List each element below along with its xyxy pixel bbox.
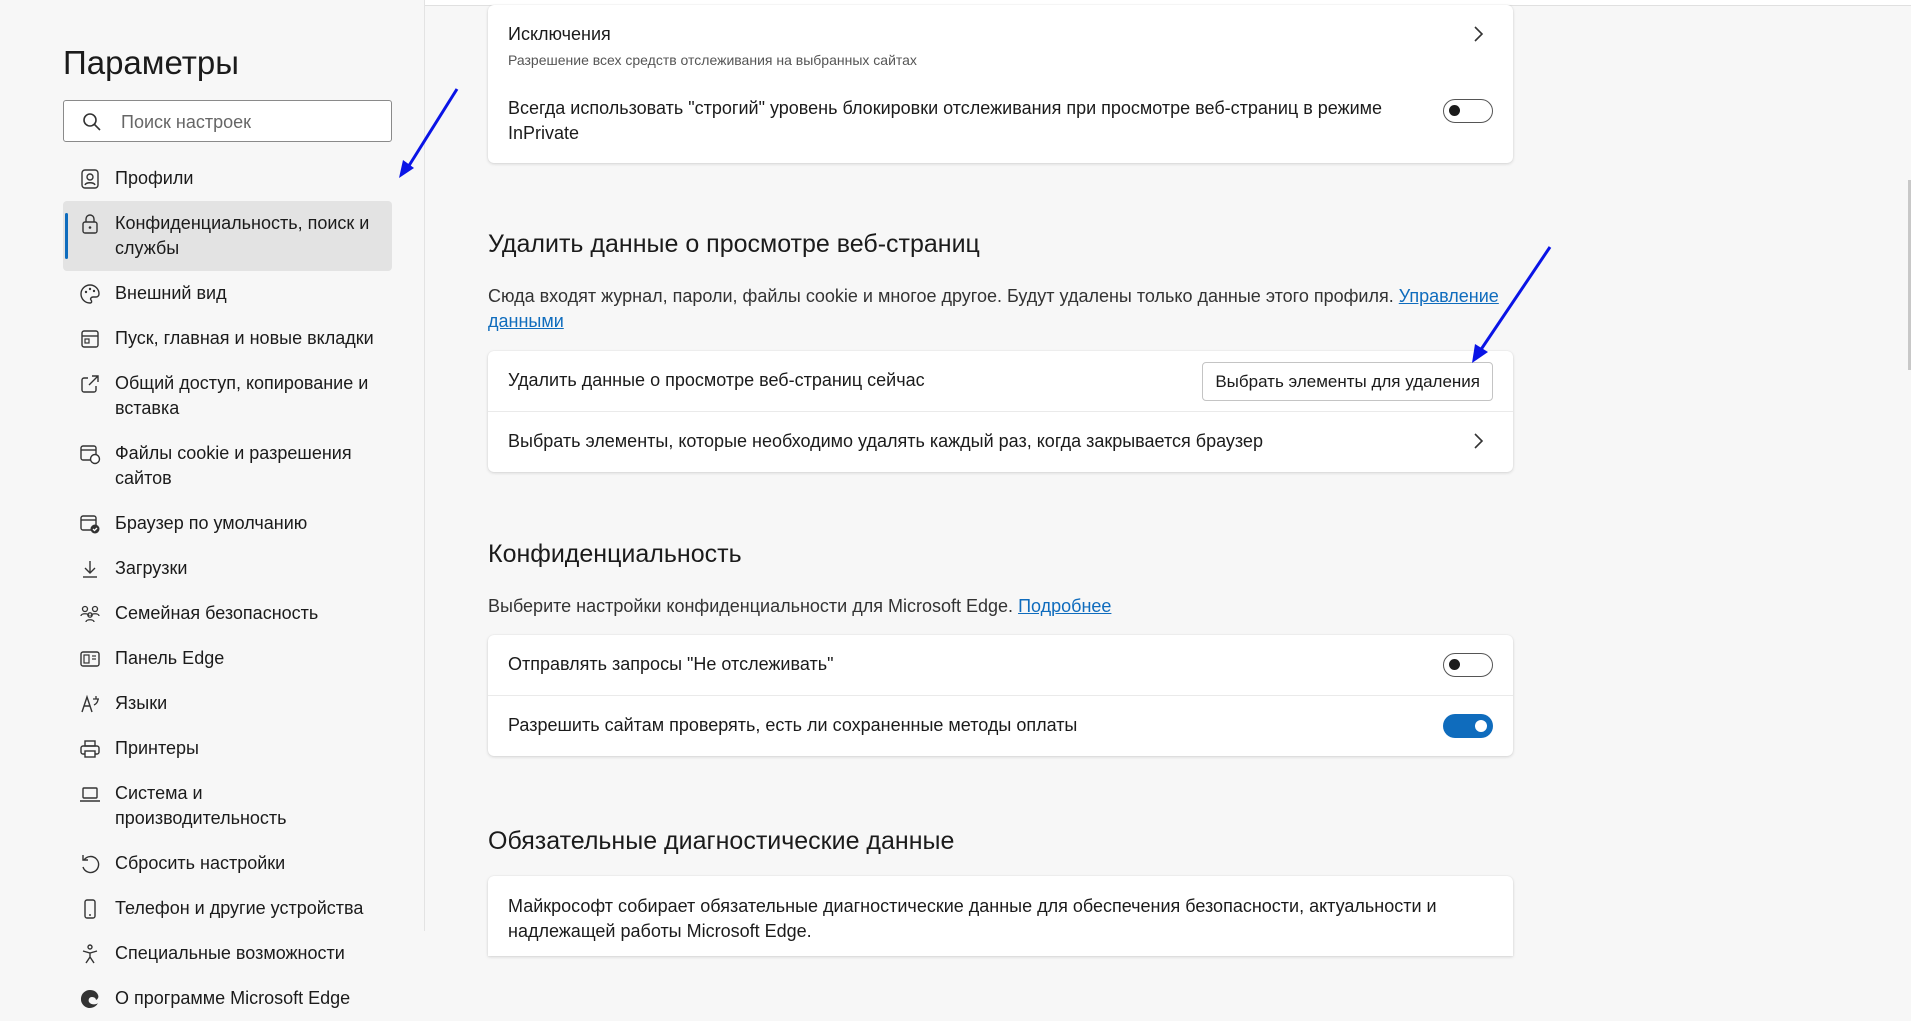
privacy-description: Выберите настройки конфиденциальности дл… bbox=[488, 594, 1111, 619]
printer-icon bbox=[79, 738, 101, 760]
search-icon bbox=[82, 112, 102, 137]
cookie-site-icon bbox=[79, 443, 101, 465]
do-not-track-label: Отправлять запросы "Не отслеживать" bbox=[508, 654, 834, 674]
chevron-right-icon bbox=[1474, 433, 1484, 449]
sidebar-item-start-home[interactable]: Пуск, главная и новые вкладки bbox=[63, 316, 392, 361]
family-icon bbox=[79, 603, 101, 625]
settings-content: Исключения Разрешение всех средств отсле… bbox=[425, 0, 1911, 956]
privacy-desc-text: Выберите настройки конфиденциальности дл… bbox=[488, 596, 1014, 616]
sidebar-item-about[interactable]: О программе Microsoft Edge bbox=[63, 976, 392, 1021]
default-browser-icon bbox=[79, 513, 101, 535]
sidebar-item-label: Принтеры bbox=[115, 738, 199, 758]
learn-more-link[interactable]: Подробнее bbox=[1018, 596, 1111, 616]
do-not-track-toggle[interactable] bbox=[1443, 653, 1493, 677]
clear-data-title: Удалить данные о просмотре веб-страниц bbox=[488, 230, 980, 258]
sidebar-item-languages[interactable]: Языки bbox=[63, 681, 392, 726]
sidebar-nav: Профили Конфиденциальность, поиск и служ… bbox=[63, 156, 392, 1021]
edge-logo-icon bbox=[79, 988, 101, 1010]
sidebar-item-label: Телефон и другие устройства bbox=[115, 898, 364, 918]
privacy-title: Конфиденциальность bbox=[488, 540, 742, 568]
reset-icon bbox=[79, 853, 101, 875]
lock-icon bbox=[79, 213, 101, 235]
sidebar-item-cookies[interactable]: Файлы cookie и разрешения сайтов bbox=[63, 431, 392, 501]
diagnostics-card: Майкрософт собирает обязательные диагнос… bbox=[488, 876, 1513, 956]
sidebar-item-label: Сбросить настройки bbox=[115, 853, 286, 873]
sidebar-item-label: Специальные возможности bbox=[115, 943, 345, 963]
privacy-card: Отправлять запросы "Не отслеживать" Разр… bbox=[488, 635, 1513, 756]
exceptions-row[interactable]: Исключения Разрешение всех средств отсле… bbox=[488, 5, 1513, 73]
sidebar-item-system[interactable]: Система и производительность bbox=[63, 771, 392, 841]
new-tab-icon bbox=[79, 328, 101, 350]
sidebar-item-profiles[interactable]: Профили bbox=[63, 156, 392, 201]
edge-bar-icon bbox=[79, 648, 101, 670]
tracking-card: Исключения Разрешение всех средств отсле… bbox=[488, 5, 1513, 163]
clear-now-label: Удалить данные о просмотре веб-страниц с… bbox=[508, 370, 925, 390]
annotation-arrow bbox=[1472, 246, 1552, 363]
clear-data-card: Удалить данные о просмотре веб-страниц с… bbox=[488, 351, 1513, 472]
sidebar-item-privacy[interactable]: Конфиденциальность, поиск и службы bbox=[63, 201, 392, 271]
laptop-icon bbox=[79, 783, 101, 805]
sidebar-item-label: Профили bbox=[115, 168, 194, 188]
accessibility-icon bbox=[79, 943, 101, 965]
sidebar-item-appearance[interactable]: Внешний вид bbox=[63, 271, 392, 316]
phone-icon bbox=[79, 898, 101, 920]
sidebar-item-label: Внешний вид bbox=[115, 283, 227, 303]
clear-data-desc-text: Сюда входят журнал, пароли, файлы cookie… bbox=[488, 286, 1394, 306]
payment-methods-toggle[interactable] bbox=[1443, 714, 1493, 738]
payment-methods-label: Разрешить сайтам проверять, есть ли сохр… bbox=[508, 715, 1078, 735]
do-not-track-row: Отправлять запросы "Не отслеживать" bbox=[488, 635, 1513, 695]
sidebar-item-family-safety[interactable]: Семейная безопасность bbox=[63, 591, 392, 636]
payment-methods-row: Разрешить сайтам проверять, есть ли сохр… bbox=[488, 695, 1513, 756]
sidebar-item-label: Файлы cookie и разрешения сайтов bbox=[115, 443, 352, 488]
sidebar-item-label: О программе Microsoft Edge bbox=[115, 988, 351, 1008]
toggle-knob bbox=[1449, 105, 1460, 116]
sidebar-item-label: Панель Edge bbox=[115, 648, 225, 668]
sidebar-item-reset[interactable]: Сбросить настройки bbox=[63, 841, 392, 886]
language-icon bbox=[79, 693, 101, 715]
exceptions-label: Исключения bbox=[508, 24, 611, 44]
sidebar-item-share-copy[interactable]: Общий доступ, копирование и вставка bbox=[63, 361, 392, 431]
strict-inprivate-toggle[interactable] bbox=[1443, 99, 1493, 123]
sidebar-item-label: Браузер по умолчанию bbox=[115, 513, 308, 533]
sidebar-item-phone[interactable]: Телефон и другие устройства bbox=[63, 886, 392, 931]
sidebar-item-downloads[interactable]: Загрузки bbox=[63, 546, 392, 591]
sidebar-item-label: Система и производительность bbox=[115, 783, 287, 828]
settings-sidebar: Параметры Профили Конфиденциальность, по… bbox=[0, 0, 459, 1008]
clear-data-description: Сюда входят журнал, пароли, файлы cookie… bbox=[488, 284, 1513, 334]
sidebar-item-label: Общий доступ, копирование и вставка bbox=[115, 373, 369, 418]
sidebar-item-label: Языки bbox=[115, 693, 168, 713]
toggle-knob bbox=[1475, 720, 1487, 732]
diagnostics-row: Майкрософт собирает обязательные диагнос… bbox=[488, 876, 1513, 956]
sidebar-item-default-browser[interactable]: Браузер по умолчанию bbox=[63, 501, 392, 546]
sidebar-item-label: Пуск, главная и новые вкладки bbox=[115, 328, 374, 348]
diagnostics-title: Обязательные диагностические данные bbox=[488, 827, 955, 855]
sidebar-item-accessibility[interactable]: Специальные возможности bbox=[63, 931, 392, 976]
strict-inprivate-label: Всегда использовать "строгий" уровень бл… bbox=[508, 98, 1383, 143]
search-box[interactable] bbox=[63, 100, 392, 143]
share-icon bbox=[79, 373, 101, 395]
sidebar-item-label: Конфиденциальность, поиск и службы bbox=[115, 213, 370, 258]
sidebar-item-printers[interactable]: Принтеры bbox=[63, 726, 392, 771]
profile-icon bbox=[79, 168, 101, 190]
clear-on-close-label: Выбрать элементы, которые необходимо уда… bbox=[508, 431, 1263, 451]
clear-on-close-row[interactable]: Выбрать элементы, которые необходимо уда… bbox=[488, 411, 1513, 472]
sidebar-title: Параметры bbox=[63, 44, 239, 81]
palette-icon bbox=[79, 283, 101, 305]
choose-what-to-clear-button[interactable]: Выбрать элементы для удаления bbox=[1202, 362, 1493, 401]
toggle-knob bbox=[1449, 659, 1460, 670]
chevron-right-icon bbox=[1474, 26, 1484, 42]
sidebar-item-label: Семейная безопасность bbox=[115, 603, 319, 623]
sidebar-item-label: Загрузки bbox=[115, 558, 188, 578]
strict-inprivate-row: Всегда использовать "строгий" уровень бл… bbox=[488, 73, 1513, 163]
diagnostics-text: Майкрософт собирает обязательные диагнос… bbox=[508, 896, 1437, 941]
exceptions-subtext: Разрешение всех средств отслеживания на … bbox=[508, 52, 917, 68]
download-icon bbox=[79, 558, 101, 580]
clear-now-row: Удалить данные о просмотре веб-страниц с… bbox=[488, 351, 1513, 411]
sidebar-item-edge-bar[interactable]: Панель Edge bbox=[63, 636, 392, 681]
search-input[interactable] bbox=[119, 101, 383, 143]
